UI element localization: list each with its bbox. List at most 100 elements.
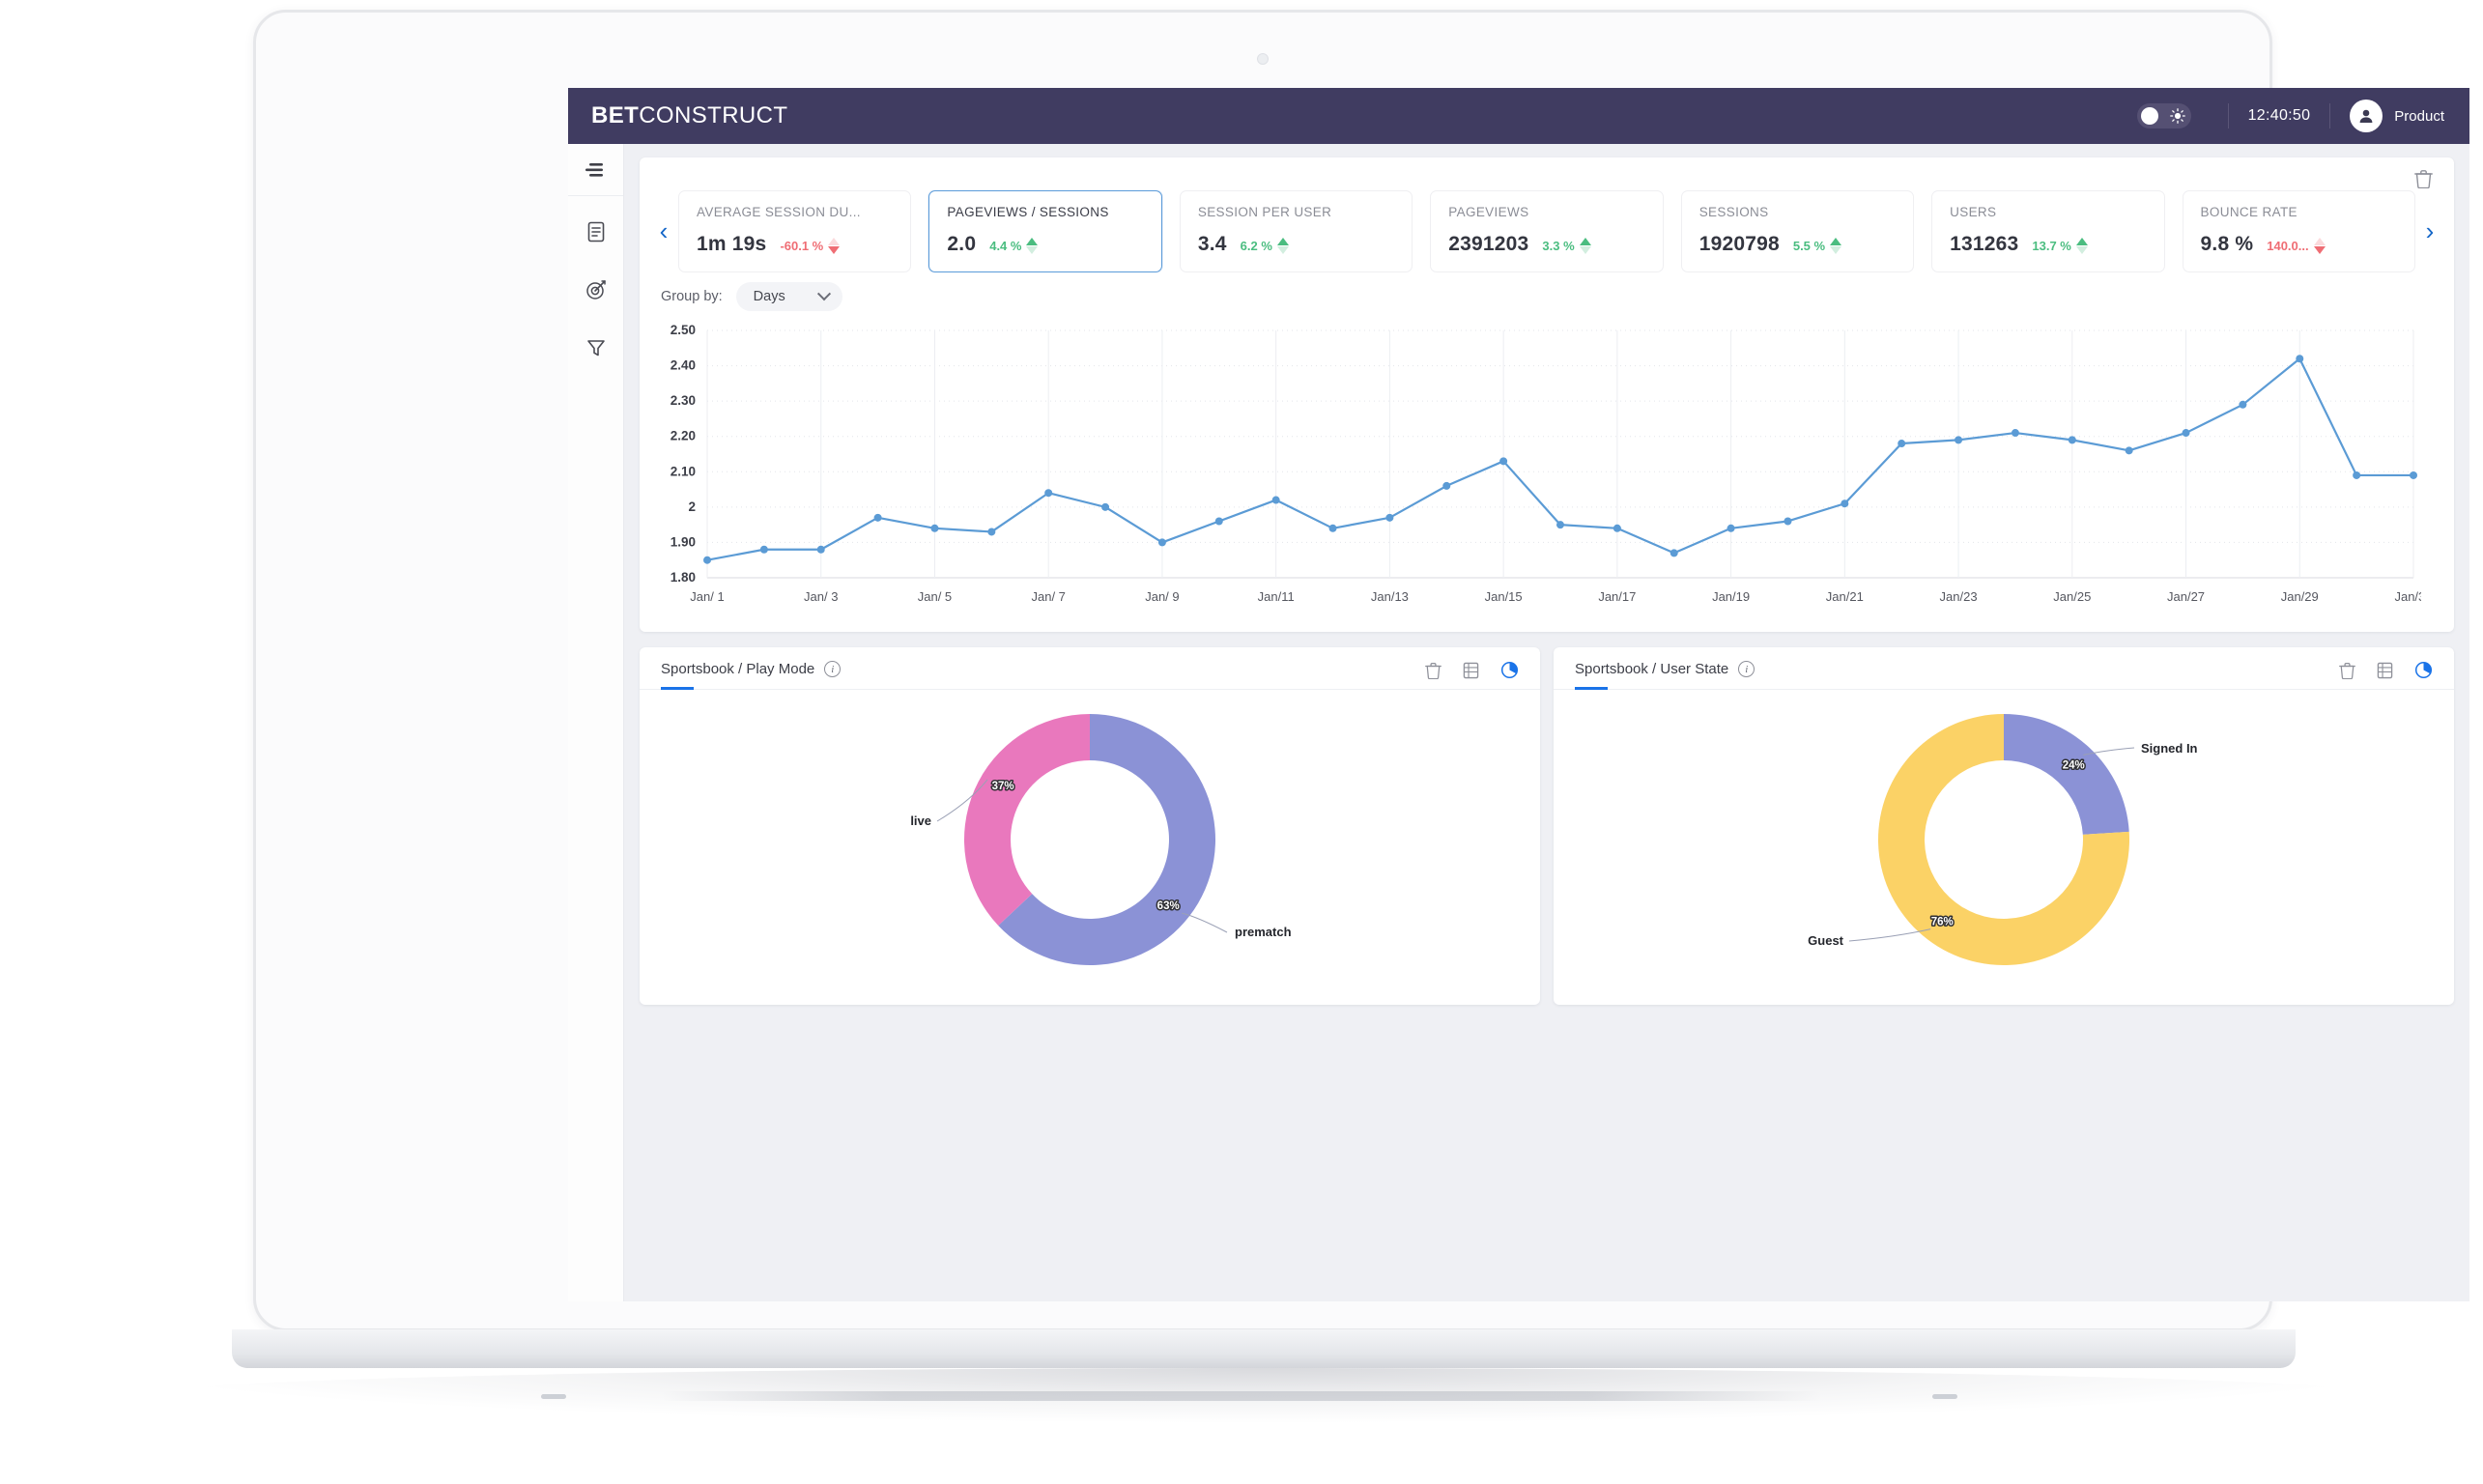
- data-point[interactable]: [703, 556, 711, 564]
- data-point[interactable]: [2353, 471, 2360, 479]
- data-point[interactable]: [1215, 517, 1223, 525]
- app-logo[interactable]: BETCONSTRUCT: [591, 102, 787, 129]
- data-point[interactable]: [1101, 503, 1109, 511]
- chart-view-icon[interactable]: [1500, 661, 1519, 679]
- table-view-icon[interactable]: [2377, 662, 2393, 679]
- group-by-select[interactable]: Days: [736, 282, 842, 311]
- data-point[interactable]: [817, 546, 825, 554]
- data-point[interactable]: [1898, 440, 1905, 447]
- avatar[interactable]: [2350, 100, 2383, 132]
- data-point[interactable]: [1158, 538, 1166, 546]
- user-state-donut-chart[interactable]: 24%Signed In76%Guest: [1704, 695, 2303, 985]
- data-point[interactable]: [1272, 497, 1280, 504]
- kpi-card-users[interactable]: USERS13126313.7 %: [1931, 190, 2164, 272]
- line-series: [707, 358, 2413, 559]
- data-point[interactable]: [2183, 429, 2190, 437]
- pageviews-sessions-line-chart[interactable]: 1.801.9022.102.202.302.402.50Jan/ 1Jan/ …: [653, 323, 2421, 613]
- kpi-card-pageviews-sessions[interactable]: PAGEVIEWS / SESSIONS2.04.4 %: [928, 190, 1161, 272]
- group-by-value: Days: [754, 289, 785, 304]
- donut-slice-label: Guest: [1808, 933, 1844, 948]
- kpi-prev-button[interactable]: ‹: [649, 216, 678, 246]
- kpi-title: PAGEVIEWS: [1448, 205, 1644, 219]
- data-point[interactable]: [2126, 446, 2133, 454]
- divider: [2228, 103, 2229, 128]
- play-mode-donut-chart[interactable]: 63%prematch37%live: [790, 695, 1389, 985]
- x-axis-tick-label: Jan/ 3: [804, 589, 838, 604]
- data-point[interactable]: [1329, 525, 1337, 532]
- kpi-value: 9.8 %: [2201, 233, 2254, 256]
- donut-slice-live[interactable]: [964, 714, 1090, 926]
- app-body: ‹ AVERAGE SESSION DU...1m 19s-60.1 %PAGE…: [568, 144, 2469, 1301]
- info-icon[interactable]: i: [1738, 661, 1755, 677]
- kpi-delta-text: 6.2 %: [1241, 239, 1272, 253]
- kpi-card-bounce-rate[interactable]: BOUNCE RATE9.8 %140.0...: [2183, 190, 2415, 272]
- webcam: [1257, 53, 1269, 65]
- kpi-carousel: ‹ AVERAGE SESSION DU...1m 19s-60.1 %PAGE…: [640, 190, 2454, 272]
- target-icon: [585, 278, 608, 301]
- laptop-frame: BETCONSTRUCT: [253, 10, 2272, 1331]
- kpi-card-pageviews[interactable]: PAGEVIEWS 2391203 3.3 %: [1430, 190, 1663, 272]
- data-point[interactable]: [2239, 401, 2246, 409]
- data-point[interactable]: [874, 514, 882, 522]
- data-point[interactable]: [1727, 525, 1735, 532]
- data-point[interactable]: [1385, 514, 1393, 522]
- x-axis-tick-label: Jan/13: [1371, 589, 1409, 604]
- data-point[interactable]: [2069, 436, 2076, 443]
- data-point[interactable]: [930, 525, 938, 532]
- data-point[interactable]: [1442, 482, 1450, 490]
- data-point[interactable]: [1613, 525, 1621, 532]
- data-point[interactable]: [1499, 457, 1507, 465]
- data-point[interactable]: [1955, 436, 1962, 443]
- data-point[interactable]: [2012, 429, 2019, 437]
- data-point[interactable]: [2296, 355, 2303, 362]
- x-axis-tick-label: Jan/17: [1598, 589, 1636, 604]
- data-point[interactable]: [1841, 499, 1848, 507]
- kpi-value: 2391203: [1448, 233, 1528, 256]
- data-point[interactable]: [1670, 549, 1678, 556]
- card-title: Sportsbook / Play Mode i: [661, 661, 841, 689]
- sidebar-item-goals[interactable]: [568, 268, 624, 312]
- laptop-screen: BETCONSTRUCT: [568, 88, 2469, 1301]
- delete-icon[interactable]: [2414, 167, 2433, 190]
- delete-icon[interactable]: [1425, 662, 1441, 679]
- chart-grid: [707, 330, 2413, 578]
- data-point[interactable]: [1784, 517, 1791, 525]
- info-icon[interactable]: i: [824, 661, 841, 677]
- sidebar-item-reports[interactable]: [568, 210, 624, 254]
- card-sportsbook-play-mode: Sportsbook / Play Mode i: [640, 647, 1540, 1005]
- chart-view-icon[interactable]: [2414, 661, 2433, 679]
- kpi-value-row: 2391203 3.3 %: [1448, 233, 1644, 256]
- delete-icon[interactable]: [2339, 662, 2355, 679]
- theme-toggle[interactable]: [2137, 103, 2191, 128]
- data-point[interactable]: [1044, 489, 1052, 497]
- kpi-card-session-per-user[interactable]: SESSION PER USER3.46.2 %: [1180, 190, 1413, 272]
- kpi-delta: 6.2 %: [1241, 238, 1289, 254]
- arrow-up-icon: [2076, 238, 2088, 254]
- arrow-up-icon: [1580, 238, 1591, 254]
- card-tools: [1425, 661, 1519, 689]
- data-point[interactable]: [760, 546, 768, 554]
- donut-area-right: 24%Signed In76%Guest: [1554, 690, 2454, 989]
- sidebar-item-filters[interactable]: [568, 326, 624, 370]
- logo-bold-text: BET: [591, 102, 639, 128]
- data-point[interactable]: [1556, 521, 1564, 528]
- data-point[interactable]: [2410, 471, 2417, 479]
- donut-area-left: 63%prematch37%live: [640, 690, 1540, 989]
- x-axis-tick-label: Jan/23: [1940, 589, 1978, 604]
- kpi-card-average-session-du[interactable]: AVERAGE SESSION DU...1m 19s-60.1 %: [678, 190, 911, 272]
- kpi-card-sessions[interactable]: SESSIONS19207985.5 %: [1681, 190, 1914, 272]
- arrow-down-icon: [828, 238, 840, 254]
- kpi-delta: 3.3 %: [1542, 238, 1590, 254]
- user-name[interactable]: Product: [2394, 108, 2444, 125]
- donut-slice-signed-in[interactable]: [2004, 714, 2129, 835]
- kpi-value: 1920798: [1699, 233, 1780, 256]
- sidebar-item-menu[interactable]: [568, 144, 623, 196]
- kpi-next-button[interactable]: ›: [2415, 216, 2444, 246]
- data-point[interactable]: [987, 528, 995, 535]
- clock: 12:40:50: [2248, 107, 2311, 125]
- card-sportsbook-user-state: Sportsbook / User State i: [1554, 647, 2454, 1005]
- table-view-icon[interactable]: [1463, 662, 1479, 679]
- divider: [2329, 103, 2330, 128]
- kpi-value: 1m 19s: [697, 233, 766, 256]
- card-header: Sportsbook / Play Mode i: [640, 647, 1540, 690]
